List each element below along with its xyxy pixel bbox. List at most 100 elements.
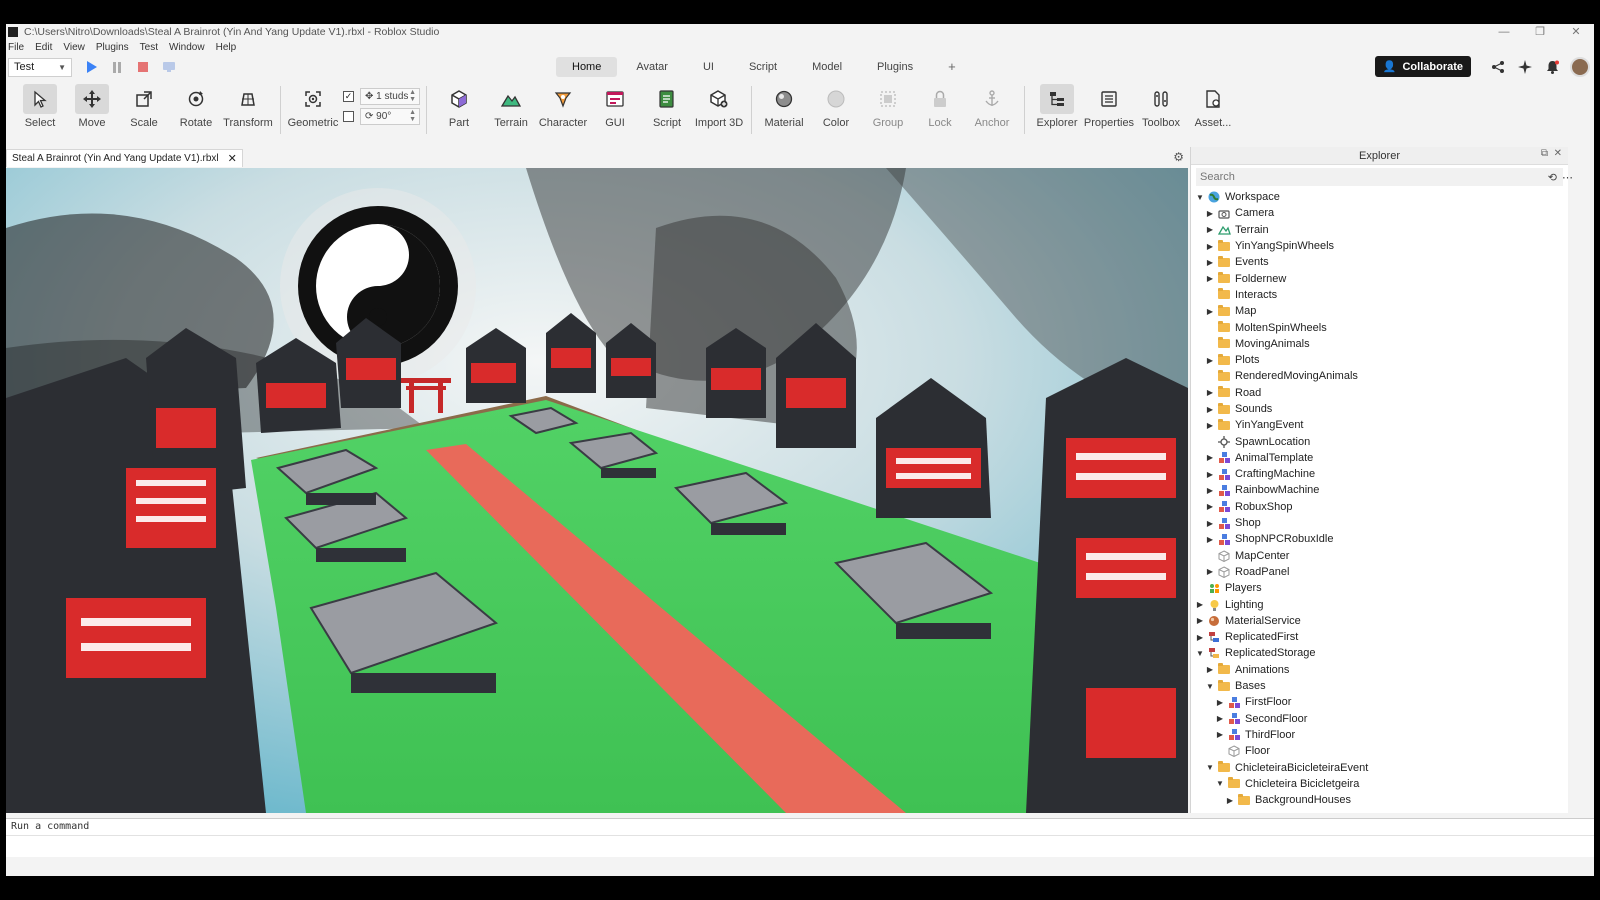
- 3d-viewport[interactable]: [6, 168, 1188, 813]
- assistant-button[interactable]: [1515, 57, 1535, 77]
- close-tab-icon[interactable]: ✕: [228, 152, 237, 165]
- scale-tool[interactable]: Scale: [118, 84, 170, 129]
- toolbox-tool[interactable]: Toolbox: [1135, 84, 1187, 129]
- tab-script[interactable]: Script: [733, 57, 793, 77]
- tab-home[interactable]: Home: [556, 57, 618, 77]
- asset-manager-tool[interactable]: Asset...: [1187, 84, 1239, 129]
- tree-node[interactable]: ▶ YinYangSpinWheels: [1191, 238, 1568, 254]
- rotate-snap-checkbox[interactable]: [343, 110, 354, 122]
- menu-test[interactable]: Test: [140, 42, 158, 53]
- geometric-tool[interactable]: Geometric: [287, 84, 339, 129]
- rotate-tool[interactable]: Rotate: [170, 84, 222, 129]
- terrain-tool[interactable]: Terrain: [485, 84, 537, 129]
- expand-right-icon[interactable]: ▶: [1205, 665, 1215, 674]
- menu-file[interactable]: File: [8, 42, 24, 53]
- close-panel-icon[interactable]: ✕: [1554, 148, 1562, 159]
- share-button[interactable]: [1488, 57, 1508, 77]
- group-tool[interactable]: Group: [862, 84, 914, 129]
- expand-down-icon[interactable]: ▼: [1205, 682, 1215, 691]
- expand-down-icon[interactable]: ▼: [1215, 779, 1225, 788]
- expand-right-icon[interactable]: ▶: [1205, 519, 1215, 528]
- tree-node[interactable]: ▶ Animations: [1191, 662, 1568, 678]
- menu-window[interactable]: Window: [169, 42, 205, 53]
- color-tool[interactable]: Color: [810, 84, 862, 129]
- tab-avatar[interactable]: Avatar: [620, 57, 684, 77]
- tree-node[interactable]: ▶ ReplicatedFirst: [1191, 629, 1568, 645]
- move-tool[interactable]: Move: [66, 84, 118, 129]
- rotate-snap-stepper[interactable]: ⟳ 90° ▲ ▼: [360, 107, 420, 125]
- expand-right-icon[interactable]: ▶: [1205, 535, 1215, 544]
- tree-node[interactable]: ▶ Sounds: [1191, 401, 1568, 417]
- expand-right-icon[interactable]: ▶: [1205, 209, 1215, 218]
- anchor-tool[interactable]: Anchor: [966, 84, 1018, 129]
- expand-right-icon[interactable]: ▶: [1205, 356, 1215, 365]
- tree-node[interactable]: ▶ Events: [1191, 254, 1568, 270]
- tree-node[interactable]: ▶ RobuxShop: [1191, 499, 1568, 515]
- expand-right-icon[interactable]: ▶: [1215, 698, 1225, 707]
- expand-right-icon[interactable]: ▶: [1205, 225, 1215, 234]
- gui-tool[interactable]: GUI: [589, 84, 641, 129]
- move-snap-checkbox[interactable]: ✓: [343, 90, 354, 102]
- tree-node[interactable]: SpawnLocation: [1191, 433, 1568, 449]
- tree-node[interactable]: ▶ RoadPanel: [1191, 564, 1568, 580]
- tree-node[interactable]: ▶ Map: [1191, 303, 1568, 319]
- tree-node[interactable]: ▶ Plots: [1191, 352, 1568, 368]
- tree-node[interactable]: ▼ Chicleteira Bicicletgeira: [1191, 776, 1568, 792]
- command-bar[interactable]: Run a command: [6, 818, 1594, 835]
- expand-right-icon[interactable]: ▶: [1205, 502, 1215, 511]
- history-icon[interactable]: ⟲: [1548, 171, 1557, 184]
- add-tab-button[interactable]: +: [932, 57, 972, 77]
- tree-node[interactable]: ▶ AnimalTemplate: [1191, 450, 1568, 466]
- close-window-icon[interactable]: ✕: [1558, 24, 1594, 40]
- tree-node[interactable]: ▶ Terrain: [1191, 222, 1568, 238]
- expand-right-icon[interactable]: ▶: [1205, 567, 1215, 576]
- menu-view[interactable]: View: [63, 42, 85, 53]
- tree-node[interactable]: ▼ ReplicatedStorage: [1191, 645, 1568, 661]
- menu-plugins[interactable]: Plugins: [96, 42, 129, 53]
- tab-plugins[interactable]: Plugins: [861, 57, 929, 77]
- tree-node[interactable]: ▶ SecondFloor: [1191, 711, 1568, 727]
- expand-down-icon[interactable]: ▼: [1205, 763, 1215, 772]
- menu-edit[interactable]: Edit: [35, 42, 52, 53]
- expand-right-icon[interactable]: ▶: [1205, 388, 1215, 397]
- undock-icon[interactable]: ⧉: [1541, 148, 1548, 159]
- tree-node[interactable]: ▶ MaterialService: [1191, 613, 1568, 629]
- transform-tool[interactable]: Transform: [222, 84, 274, 129]
- maximize-icon[interactable]: ❐: [1522, 24, 1558, 40]
- tree-node[interactable]: Players: [1191, 580, 1568, 596]
- tree-node[interactable]: ▶ RainbowMachine: [1191, 482, 1568, 498]
- collaborate-button[interactable]: 👤 Collaborate: [1374, 56, 1471, 77]
- expand-right-icon[interactable]: ▶: [1205, 307, 1215, 316]
- viewport-settings-gear-icon[interactable]: ⚙: [1173, 150, 1184, 164]
- explorer-search[interactable]: Search ⟲ ⋯: [1196, 168, 1573, 186]
- tree-node[interactable]: ▼ ChicleteiraBicicleteiraEvent: [1191, 759, 1568, 775]
- tree-node[interactable]: MapCenter: [1191, 548, 1568, 564]
- document-tab[interactable]: Steal A Brainrot (Yin And Yang Update V1…: [6, 149, 243, 167]
- tree-node[interactable]: ▼ Bases: [1191, 678, 1568, 694]
- part-tool[interactable]: Part: [433, 84, 485, 129]
- script-tool[interactable]: Script: [641, 84, 693, 129]
- tree-node[interactable]: ▶ Lighting: [1191, 596, 1568, 612]
- expand-down-icon[interactable]: ▼: [1195, 649, 1205, 658]
- tree-node[interactable]: Interacts: [1191, 287, 1568, 303]
- stepper-arrows-icon[interactable]: ▲ ▼: [409, 89, 419, 103]
- tree-node[interactable]: ▶ BackgroundHouses: [1191, 792, 1568, 808]
- test-mode-select[interactable]: Test ▼: [8, 57, 72, 77]
- expand-right-icon[interactable]: ▶: [1205, 421, 1215, 430]
- import-3d-tool[interactable]: Import 3D: [693, 84, 745, 129]
- properties-tool[interactable]: Properties: [1083, 84, 1135, 129]
- tab-model[interactable]: Model: [796, 57, 858, 77]
- expand-right-icon[interactable]: ▶: [1195, 600, 1205, 609]
- tree-node[interactable]: ▶ Road: [1191, 385, 1568, 401]
- notifications-button[interactable]: [1542, 57, 1562, 77]
- stepper-arrows-icon[interactable]: ▲ ▼: [409, 109, 419, 123]
- expand-right-icon[interactable]: ▶: [1205, 405, 1215, 414]
- expand-right-icon[interactable]: ▶: [1205, 242, 1215, 251]
- user-avatar[interactable]: [1570, 56, 1590, 77]
- expand-right-icon[interactable]: ▶: [1205, 486, 1215, 495]
- expand-right-icon[interactable]: ▶: [1215, 714, 1225, 723]
- expand-right-icon[interactable]: ▶: [1205, 470, 1215, 479]
- expand-right-icon[interactable]: ▶: [1195, 616, 1205, 625]
- minimize-icon[interactable]: —: [1486, 24, 1522, 40]
- stop-button[interactable]: [136, 60, 150, 74]
